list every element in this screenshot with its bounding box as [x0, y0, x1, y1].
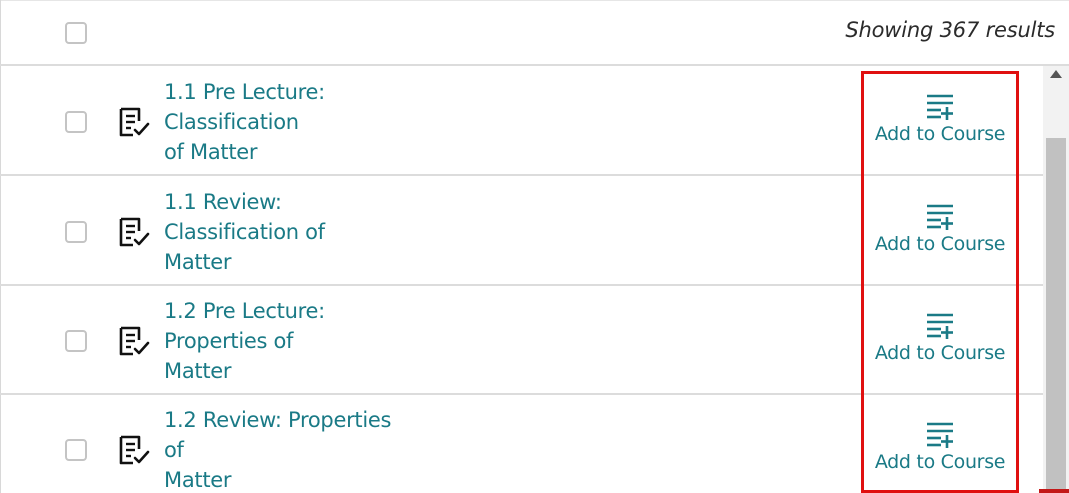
- playlist-add-icon: [927, 204, 953, 230]
- item-title-link[interactable]: 1.1 Pre Lecture: Classification of Matte…: [164, 77, 404, 167]
- assignment-check-icon: [119, 435, 150, 465]
- results-header: Showing 367 results: [0, 0, 1069, 66]
- add-to-course-button[interactable]: Add to Course: [870, 83, 1010, 163]
- assignment-check-icon: [119, 217, 150, 247]
- add-to-course-label: Add to Course: [874, 342, 1006, 364]
- results-list: 1.1 Pre Lecture: Classification of Matte…: [0, 67, 1043, 493]
- add-to-course-label: Add to Course: [874, 451, 1006, 473]
- add-to-course-button[interactable]: Add to Course: [870, 302, 1010, 382]
- assignment-check-icon: [119, 326, 150, 356]
- add-to-course-label: Add to Course: [874, 233, 1006, 255]
- item-checkbox[interactable]: [65, 221, 87, 243]
- vertical-scrollbar[interactable]: [1043, 66, 1069, 493]
- list-item: 1.2 Pre Lecture: Properties of Matter Ad…: [0, 286, 1043, 395]
- playlist-add-icon: [927, 313, 953, 339]
- assignment-check-icon: [119, 107, 150, 137]
- add-to-course-button[interactable]: Add to Course: [870, 411, 1010, 491]
- playlist-add-icon: [927, 422, 953, 448]
- item-title-link[interactable]: 1.2 Pre Lecture: Properties of Matter: [164, 296, 404, 386]
- item-checkbox[interactable]: [65, 111, 87, 133]
- list-item: 1.1 Review: Classification of Matter Add…: [0, 177, 1043, 286]
- assignment-library-panel: Showing 367 results 1.1 Pre Lecture: Cla…: [0, 0, 1069, 493]
- results-count: Showing 367 results: [845, 18, 1055, 42]
- item-checkbox[interactable]: [65, 439, 87, 461]
- playlist-add-icon: [927, 94, 953, 120]
- scroll-thumb[interactable]: [1046, 138, 1066, 493]
- add-to-course-label: Add to Course: [874, 123, 1006, 145]
- item-checkbox[interactable]: [65, 330, 87, 352]
- item-title-link[interactable]: 1.2 Review: Properties of Matter: [164, 405, 404, 493]
- list-item: 1.1 Pre Lecture: Classification of Matte…: [0, 67, 1043, 176]
- item-title-link[interactable]: 1.1 Review: Classification of Matter: [164, 187, 404, 277]
- list-item: 1.2 Review: Properties of Matter Add to …: [0, 395, 1043, 493]
- select-all-checkbox[interactable]: [65, 22, 87, 44]
- scroll-up-icon[interactable]: [1050, 70, 1062, 78]
- add-to-course-button[interactable]: Add to Course: [870, 193, 1010, 273]
- corner-accent: [1039, 489, 1069, 493]
